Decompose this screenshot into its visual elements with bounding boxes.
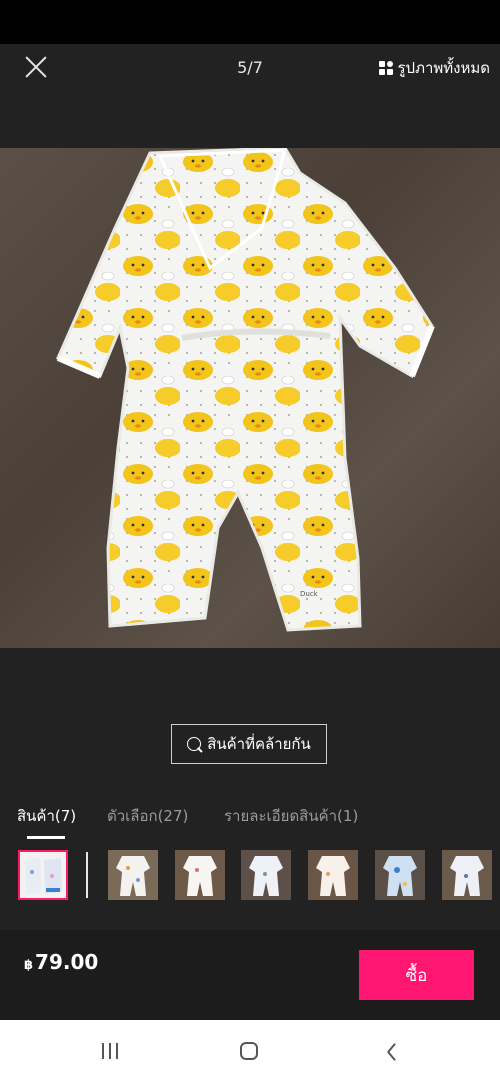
thumbnail-item[interactable] bbox=[375, 850, 425, 900]
thumbnail-divider bbox=[86, 852, 88, 898]
tab-options[interactable]: ตัวเลือก(27) bbox=[107, 804, 188, 828]
thumbnail-item[interactable] bbox=[18, 850, 68, 900]
thumbnail-item[interactable] bbox=[442, 850, 492, 900]
baby-romper-image: Duck bbox=[56, 148, 435, 632]
thumbnail-item[interactable] bbox=[175, 850, 225, 900]
search-icon bbox=[187, 737, 202, 751]
all-photos-button[interactable]: รูปภาพทั้งหมด bbox=[379, 56, 490, 80]
tab-products[interactable]: สินค้า(7) bbox=[17, 804, 76, 828]
product-photo[interactable]: Duck bbox=[0, 148, 500, 648]
thumbnail-item[interactable] bbox=[108, 850, 158, 900]
similar-products-label: สินค้าที่คล้ายกัน bbox=[207, 735, 311, 753]
thumbnail-item[interactable] bbox=[308, 850, 358, 900]
buy-button[interactable]: ซื้อ bbox=[359, 950, 474, 1000]
garment-print-text: Duck bbox=[300, 590, 319, 598]
price-value: 79.00 bbox=[35, 950, 99, 974]
media-tabs: สินค้า(7) ตัวเลือก(27) รายละเอียดสินค้า(… bbox=[0, 800, 500, 840]
thumbnail-item[interactable] bbox=[241, 850, 291, 900]
back-icon[interactable] bbox=[384, 1042, 398, 1060]
all-photos-label: รูปภาพทั้งหมด bbox=[397, 59, 490, 77]
recent-apps-icon[interactable] bbox=[102, 1043, 120, 1059]
home-icon[interactable] bbox=[240, 1042, 258, 1060]
active-tab-indicator bbox=[27, 836, 65, 839]
thumbnail-strip bbox=[0, 846, 500, 906]
grid-icon bbox=[379, 61, 394, 75]
product-price: ฿ 79.00 bbox=[24, 950, 98, 974]
tab-product-details[interactable]: รายละเอียดสินค้า(1) bbox=[224, 804, 358, 828]
currency-symbol: ฿ bbox=[24, 958, 34, 973]
similar-products-button[interactable]: สินค้าที่คล้ายกัน bbox=[171, 724, 327, 764]
status-bar bbox=[0, 0, 500, 44]
